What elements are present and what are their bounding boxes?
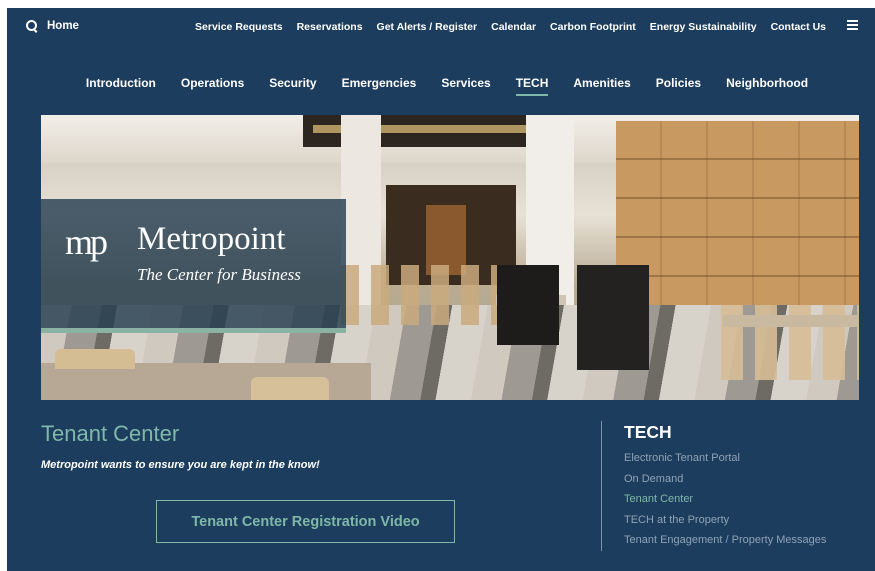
logo-mark: mp: [65, 222, 108, 262]
logo-tagline: The Center for Business: [137, 265, 301, 284]
nav-item-emergencies[interactable]: Emergencies: [342, 76, 417, 96]
home-label[interactable]: Home: [47, 20, 79, 32]
hamburger-menu-icon[interactable]: [847, 20, 858, 30]
top-utility-bar: Home Service Requests Reservations Get A…: [7, 8, 875, 44]
utility-nav: Service Requests Reservations Get Alerts…: [195, 21, 826, 33]
sidebar-title: TECH: [624, 422, 672, 442]
nav-item-operations[interactable]: Operations: [181, 76, 244, 96]
home-link[interactable]: Home: [26, 20, 79, 32]
utility-link-carbon-footprint[interactable]: Carbon Footprint: [550, 21, 636, 33]
utility-link-energy-sustainability[interactable]: Energy Sustainability: [650, 21, 757, 33]
utility-link-contact-us[interactable]: Contact Us: [771, 21, 826, 33]
page-title: Tenant Center: [41, 421, 180, 446]
utility-link-service-requests[interactable]: Service Requests: [195, 21, 283, 33]
sidebar-item-tech-at-the-property[interactable]: TECH at the Property: [624, 514, 826, 535]
sidebar-nav: Electronic Tenant Portal On Demand Tenan…: [624, 452, 826, 555]
registration-video-button[interactable]: Tenant Center Registration Video: [156, 500, 455, 543]
main-nav: Introduction Operations Security Emergen…: [7, 76, 875, 96]
sidebar-item-on-demand[interactable]: On Demand: [624, 473, 826, 494]
sidebar-item-tenant-engagement[interactable]: Tenant Engagement / Property Messages: [624, 534, 826, 555]
hero-kiosk: [497, 265, 559, 345]
sidebar-item-electronic-tenant-portal[interactable]: Electronic Tenant Portal: [624, 452, 826, 473]
hero-foreground-chair: [55, 349, 135, 369]
sidebar-item-tenant-center[interactable]: Tenant Center: [624, 493, 826, 514]
nav-item-tech[interactable]: TECH: [515, 76, 549, 96]
hero-image: mp Metropoint The Center for Business: [41, 115, 859, 400]
sidebar-divider: [601, 421, 602, 551]
utility-link-get-alerts[interactable]: Get Alerts / Register: [377, 21, 478, 33]
hero-mezzanine: [303, 115, 543, 147]
nav-item-security[interactable]: Security: [269, 76, 316, 96]
hero-table: [723, 315, 859, 327]
intro-text: Metropoint wants to ensure you are kept …: [41, 459, 320, 471]
nav-item-introduction[interactable]: Introduction: [86, 76, 156, 96]
hero-foreground-chair: [251, 377, 329, 400]
hero-wood-wall: [616, 121, 859, 331]
hero-kiosk: [577, 265, 649, 370]
utility-link-reservations[interactable]: Reservations: [297, 21, 363, 33]
utility-link-calendar[interactable]: Calendar: [491, 21, 536, 33]
nav-item-policies[interactable]: Policies: [656, 76, 701, 96]
search-icon[interactable]: [26, 20, 38, 32]
hero-chairs: [341, 265, 511, 325]
nav-item-amenities[interactable]: Amenities: [573, 76, 630, 96]
page-frame: Home Service Requests Reservations Get A…: [7, 8, 875, 571]
nav-item-neighborhood[interactable]: Neighborhood: [726, 76, 808, 96]
logo-name: Metropoint: [137, 221, 286, 257]
nav-item-services[interactable]: Services: [441, 76, 490, 96]
logo-panel: mp Metropoint The Center for Business: [41, 199, 346, 333]
